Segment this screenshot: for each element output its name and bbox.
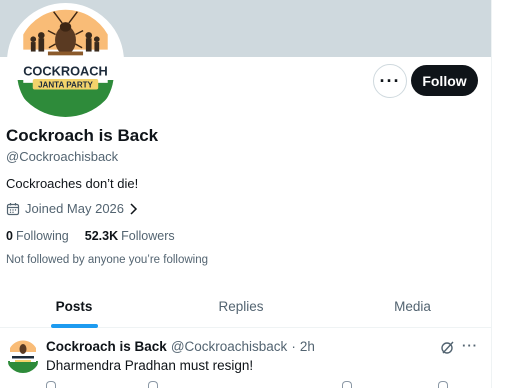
- followers-label: Followers: [121, 229, 175, 243]
- logo-text-main: COCKROACH: [23, 63, 108, 78]
- profile-display-name: Cockroach is Back: [6, 126, 159, 145]
- post-author-name[interactable]: Cockroach is Back: [46, 339, 167, 354]
- follow-button[interactable]: Follow: [411, 65, 478, 96]
- post-item[interactable]: Cockroach is Back @Cockroachisback · 2h …: [0, 329, 491, 388]
- following-count: 0: [6, 229, 13, 243]
- post-separator: ·: [291, 339, 296, 354]
- more-horizontal-icon: ···: [379, 70, 401, 91]
- calendar-icon: [6, 202, 20, 215]
- logo-text-sub: JANTA PARTY: [38, 81, 93, 90]
- joined-date[interactable]: Joined May 2026: [6, 201, 138, 216]
- chevron-right-icon: [130, 202, 138, 215]
- not-followed-notice: Not followed by anyone you’re following: [6, 254, 209, 266]
- post-header: Cockroach is Back @Cockroachisback · 2h: [46, 339, 315, 354]
- joined-label: Joined May 2026: [25, 201, 125, 216]
- tab-replies-label: Replies: [218, 299, 264, 314]
- grok-icon[interactable]: [440, 340, 455, 355]
- profile-bio: Cockroaches don’t die!: [6, 176, 139, 191]
- post-avatar[interactable]: [6, 339, 40, 373]
- following-link[interactable]: 0 Following: [6, 229, 69, 243]
- post-text: Dharmendra Pradhan must resign!: [46, 358, 254, 373]
- profile-handle: @Cockroachisback: [6, 149, 119, 164]
- tab-media-label: Media: [394, 299, 431, 314]
- post-action-bar: [46, 381, 466, 388]
- profile-avatar[interactable]: COCKROACH JANTA PARTY: [7, 3, 124, 120]
- party-logo-small: [6, 339, 40, 373]
- followers-link[interactable]: 52.3K Followers: [85, 229, 175, 243]
- more-options-button[interactable]: ···: [373, 64, 407, 98]
- bookmark-icon[interactable]: [438, 381, 448, 388]
- tab-media[interactable]: Media: [334, 286, 491, 327]
- profile-tabs: Posts Replies Media: [0, 286, 491, 328]
- followers-count: 52.3K: [84, 229, 119, 243]
- active-tab-indicator: [50, 324, 98, 328]
- party-logo: COCKROACH JANTA PARTY: [10, 6, 121, 117]
- post-time[interactable]: 2h: [300, 339, 315, 354]
- tab-posts-label: Posts: [55, 299, 93, 314]
- tab-posts[interactable]: Posts: [0, 286, 148, 328]
- tab-replies[interactable]: Replies: [148, 286, 334, 327]
- following-label: Following: [15, 229, 69, 243]
- post-author-handle[interactable]: @Cockroachisback: [171, 339, 288, 354]
- reply-icon[interactable]: [46, 381, 56, 388]
- post-more-icon[interactable]: ···: [462, 338, 478, 353]
- analytics-icon[interactable]: [342, 381, 352, 388]
- scrollbar[interactable]: [491, 0, 512, 388]
- follow-stats: 0 Following 52.3K Followers: [6, 229, 191, 243]
- repost-icon[interactable]: [148, 381, 158, 388]
